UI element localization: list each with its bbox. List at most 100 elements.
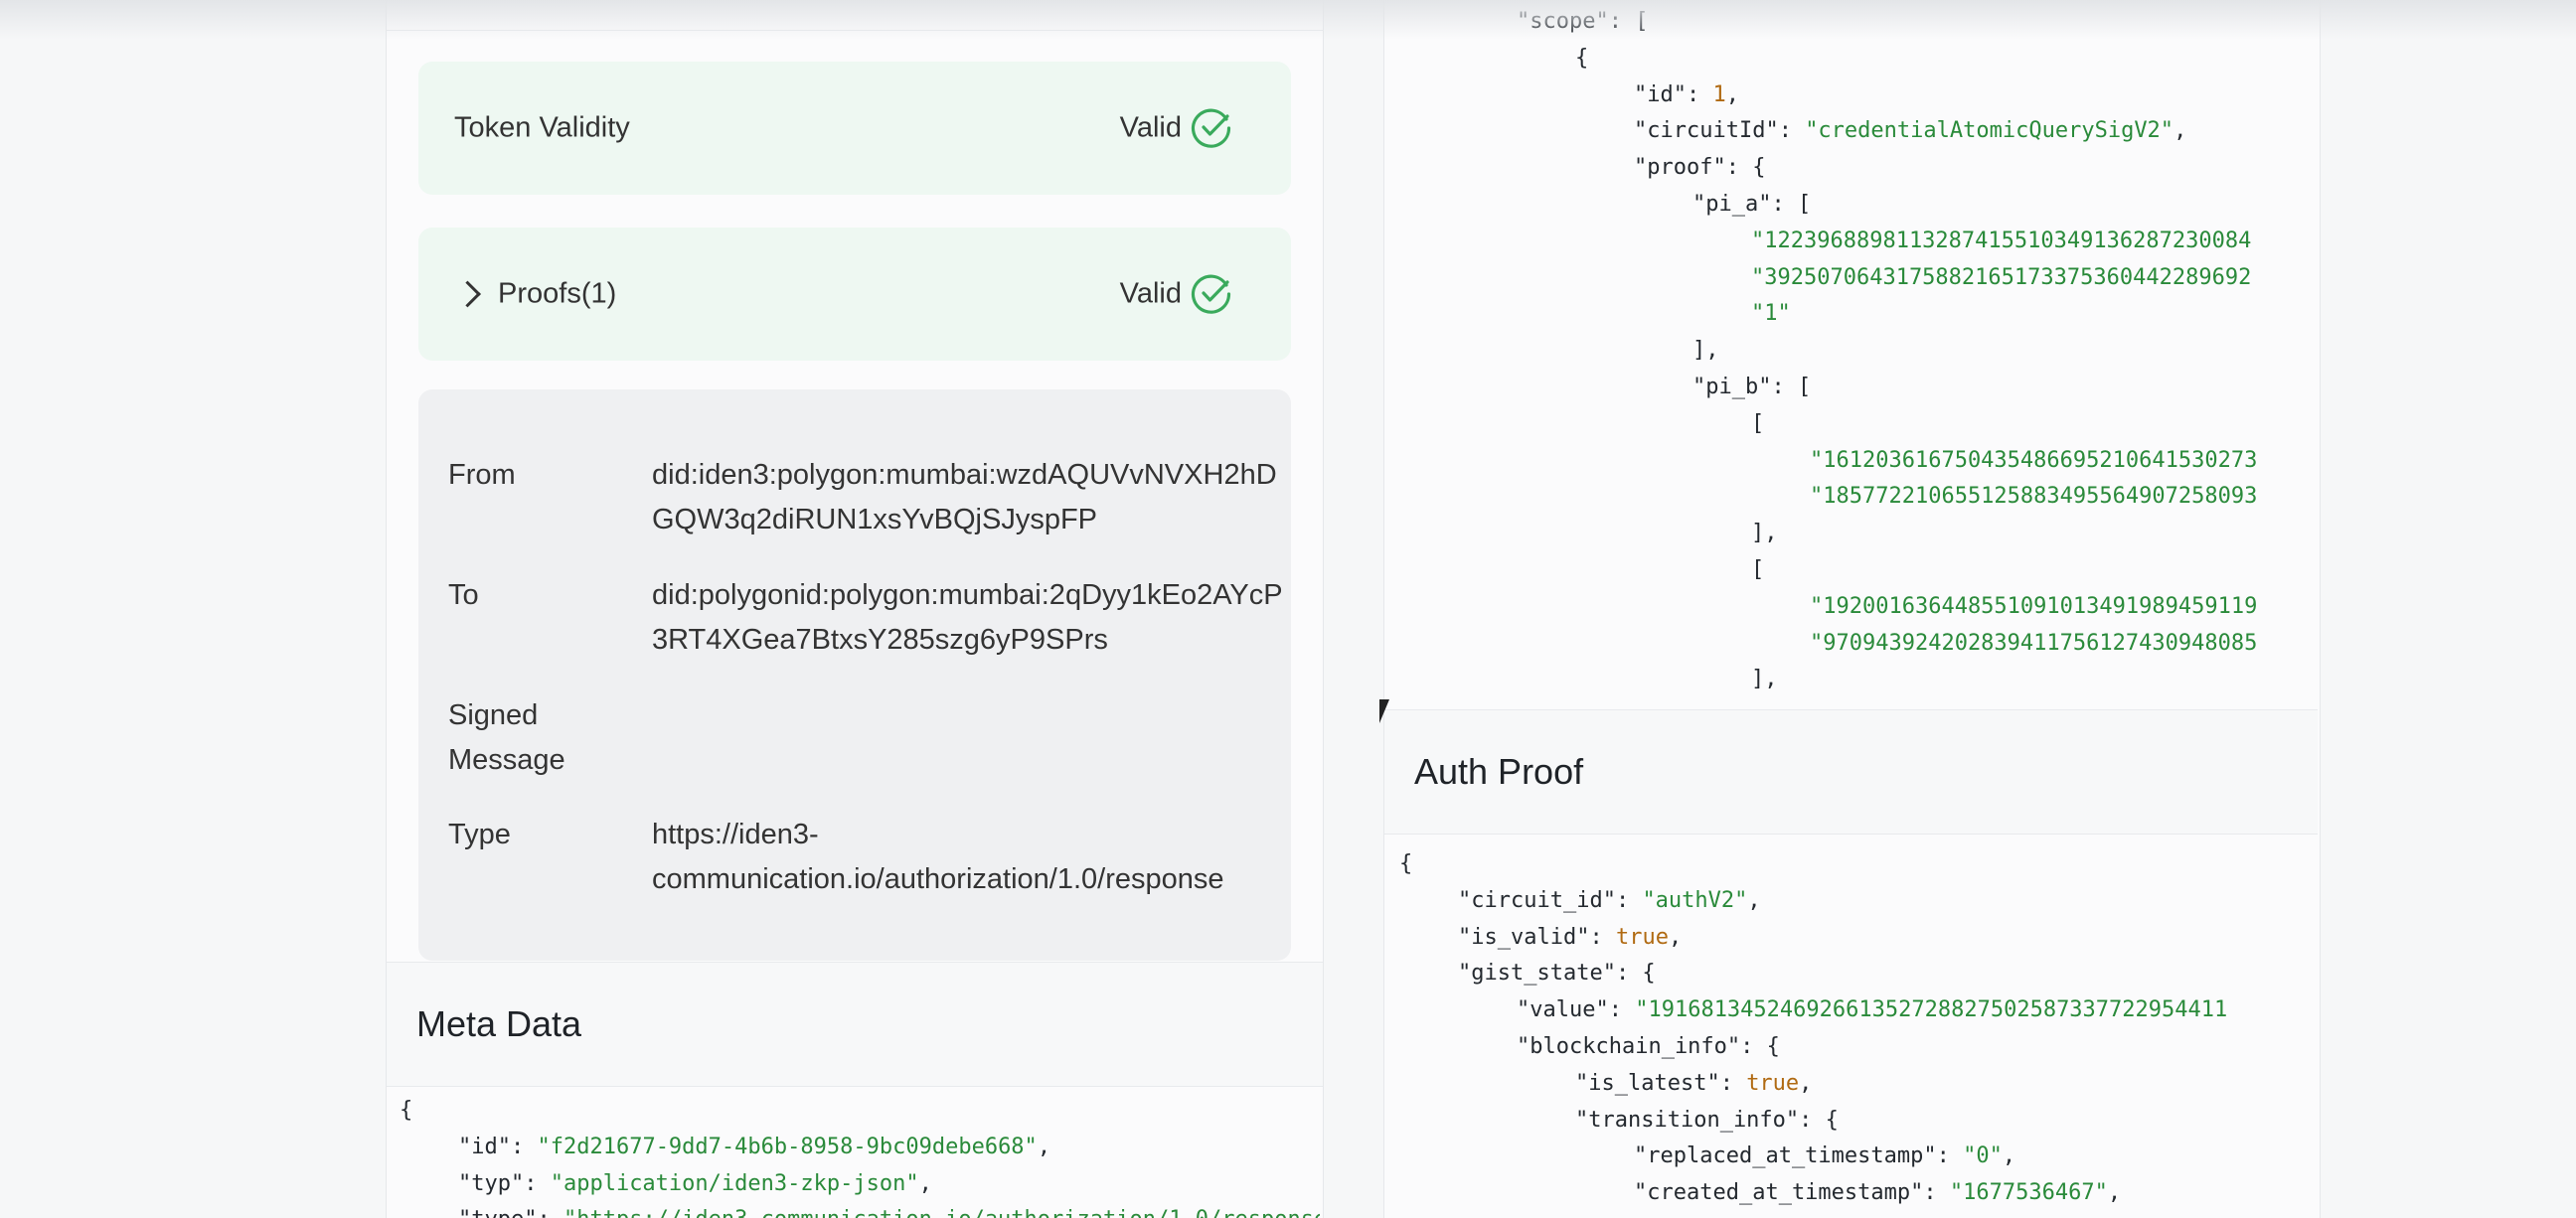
- code-line: {: [400, 1093, 412, 1129]
- proofs-status: Valid: [1119, 277, 1182, 310]
- meta-data-header: Meta Data: [387, 962, 1323, 1087]
- code-token: "circuit_id":: [1458, 887, 1643, 913]
- token-info-box: From did:iden3:polygon:mumbai:wzdAQUVvNV…: [418, 389, 1291, 961]
- code-token: ,: [2174, 118, 2187, 144]
- code-token: "id":: [1634, 81, 1713, 107]
- code-token: ,: [1668, 924, 1683, 950]
- token-validity-status: Valid: [1119, 111, 1182, 144]
- code-line: "created_at_timestamp": "1677536467",: [1634, 1175, 2121, 1211]
- code-line: "id": "f2d21677-9dd7-4b6b-8958-9bc09debe…: [458, 1130, 1050, 1165]
- scope-json: "scope": [{"id": 1,"circuitId": "credent…: [1385, 0, 2318, 707]
- code-line: "typ": "application/iden3-zkp-json",: [458, 1166, 932, 1202]
- code-token: "typ":: [458, 1170, 551, 1196]
- type-label: Type: [448, 819, 511, 850]
- token-validity-card: Token Validity Valid: [418, 62, 1291, 195]
- code-token: "transition_info": {: [1575, 1107, 1839, 1133]
- code-token: 1: [1712, 81, 1726, 107]
- code-line: ],: [1751, 516, 1778, 551]
- code-line: "proof": {: [1634, 150, 1765, 186]
- code-line: "replaced_at_timestamp": "0",: [1634, 1139, 2015, 1174]
- code-line: "is_valid": true,: [1458, 920, 1682, 956]
- chevron-right-icon[interactable]: [454, 280, 481, 308]
- code-line: {: [1575, 41, 1588, 76]
- code-token: "created_at_timestamp":: [1634, 1180, 1950, 1206]
- code-token: "185772210655125883495564907258093: [1810, 484, 2258, 510]
- auth-proof-title: Auth Proof: [1414, 751, 1584, 792]
- code-token: "161203616750435486695210641530273: [1810, 447, 2258, 473]
- code-line: "pi_a": [: [1692, 187, 1811, 223]
- code-token: [: [1751, 410, 1765, 436]
- to-value: did:polygonid:polygon:mumbai:2qDyy1kEo2A…: [652, 579, 1283, 656]
- code-token: "is_latest":: [1575, 1070, 1747, 1096]
- code-line: "transition_info": {: [1575, 1103, 1839, 1139]
- code-line: "192001636448551091013491989459119: [1810, 589, 2257, 625]
- from-value: did:iden3:polygon:mumbai:wzdAQUVvNVXH2hD…: [652, 459, 1277, 535]
- code-line: [: [1751, 406, 1764, 442]
- code-line: [: [1751, 552, 1764, 588]
- code-line: "type": "https://iden3-communication.io/…: [458, 1202, 1320, 1218]
- code-token: "circuitId":: [1634, 118, 1806, 144]
- top-shadow: [0, 0, 2576, 40]
- code-token: "pi_a": [: [1692, 192, 1812, 217]
- code-line: "is_latest": true,: [1575, 1066, 1812, 1102]
- code-token: "credentialAtomicQuerySigV2": [1805, 118, 2174, 144]
- code-line: "circuit_id": "authV2",: [1458, 883, 1761, 919]
- code-token: {: [1399, 851, 1413, 876]
- code-token: ,: [2002, 1143, 2016, 1169]
- code-line: "185772210655125883495564907258093: [1810, 479, 2257, 515]
- code-token: "https://iden3-communication.io/authoriz…: [564, 1207, 1320, 1218]
- code-token: "1677536467": [1949, 1180, 2108, 1206]
- code-token: ],: [1692, 338, 1719, 364]
- verification-panel: Token Validity Valid Proofs(1) Valid Fro…: [386, 0, 1324, 1218]
- code-token: "is_valid":: [1458, 924, 1616, 950]
- code-token: ,: [918, 1170, 932, 1196]
- code-token: "3925070643175882165173375360442289692: [1751, 264, 2252, 290]
- code-line: "161203616750435486695210641530273: [1810, 443, 2257, 479]
- code-token: "application/iden3-zkp-json": [550, 1170, 919, 1196]
- to-label: To: [448, 579, 479, 611]
- meta-data-json: { "id": "f2d21677-9dd7-4b6b-8958-9bc09deb…: [400, 1093, 1320, 1218]
- code-token: true: [1615, 924, 1669, 950]
- code-token: "0": [1963, 1143, 2003, 1169]
- code-line: "gist_state": {: [1458, 956, 1656, 991]
- code-token: ,: [1037, 1134, 1051, 1159]
- code-line: ],: [1751, 662, 1778, 697]
- code-line: ],: [1692, 333, 1719, 369]
- code-token: {: [1575, 45, 1589, 71]
- signed-message-label: Signed Message: [448, 699, 565, 776]
- check-circle-icon: [1191, 108, 1231, 148]
- mouse-pointer-icon: [1379, 699, 1389, 723]
- code-token: "pi_b": [: [1692, 375, 1812, 399]
- proofs-label[interactable]: Proofs(1): [498, 278, 616, 311]
- code-token: "f2d21677-9dd7-4b6b-8958-9bc09debe668": [537, 1134, 1038, 1159]
- code-line: "circuitId": "credentialAtomicQuerySigV2…: [1634, 113, 2186, 149]
- code-token: "proof": {: [1634, 155, 1766, 181]
- code-token: "id":: [458, 1134, 538, 1159]
- code-token: ,: [1799, 1070, 1813, 1096]
- code-token: "192001636448551091013491989459119: [1810, 593, 2258, 619]
- code-token: ,: [1747, 887, 1761, 913]
- code-token: "1223968898113287415510349136287230084: [1751, 228, 2252, 253]
- meta-data-title: Meta Data: [416, 1003, 582, 1044]
- type-value: https://iden3-communication.io/authoriza…: [652, 819, 1224, 895]
- code-token: {: [400, 1098, 413, 1123]
- code-line: "blockchain_info": {: [1517, 1029, 1780, 1065]
- code-token: "970943924202839411756127430948085: [1810, 630, 2258, 656]
- code-token: "1": [1751, 301, 1791, 327]
- code-line: "pi_b": [: [1692, 370, 1811, 405]
- code-token: ,: [2107, 1180, 2122, 1206]
- proofs-card[interactable]: Proofs(1) Valid: [418, 228, 1291, 361]
- check-circle-icon: [1191, 274, 1231, 314]
- auth-proof-json: {"circuit_id": "authV2", "is_valid": true…: [1385, 846, 2318, 1218]
- code-line: "value": "191681345246926613527288275025…: [1517, 992, 2227, 1028]
- code-line: "970943924202839411756127430948085: [1810, 626, 2257, 662]
- code-line: "id": 1,: [1634, 77, 1739, 113]
- code-token: "gist_state": {: [1458, 961, 1656, 987]
- code-token: "191681345246926613527288275025873377229…: [1635, 997, 2228, 1023]
- code-token: true: [1746, 1070, 1800, 1096]
- code-token: "type":: [458, 1207, 564, 1218]
- from-label: From: [448, 459, 516, 491]
- code-token: "authV2": [1642, 887, 1748, 913]
- code-token: ,: [1725, 81, 1739, 107]
- code-token: "replaced_at_timestamp":: [1634, 1143, 1964, 1169]
